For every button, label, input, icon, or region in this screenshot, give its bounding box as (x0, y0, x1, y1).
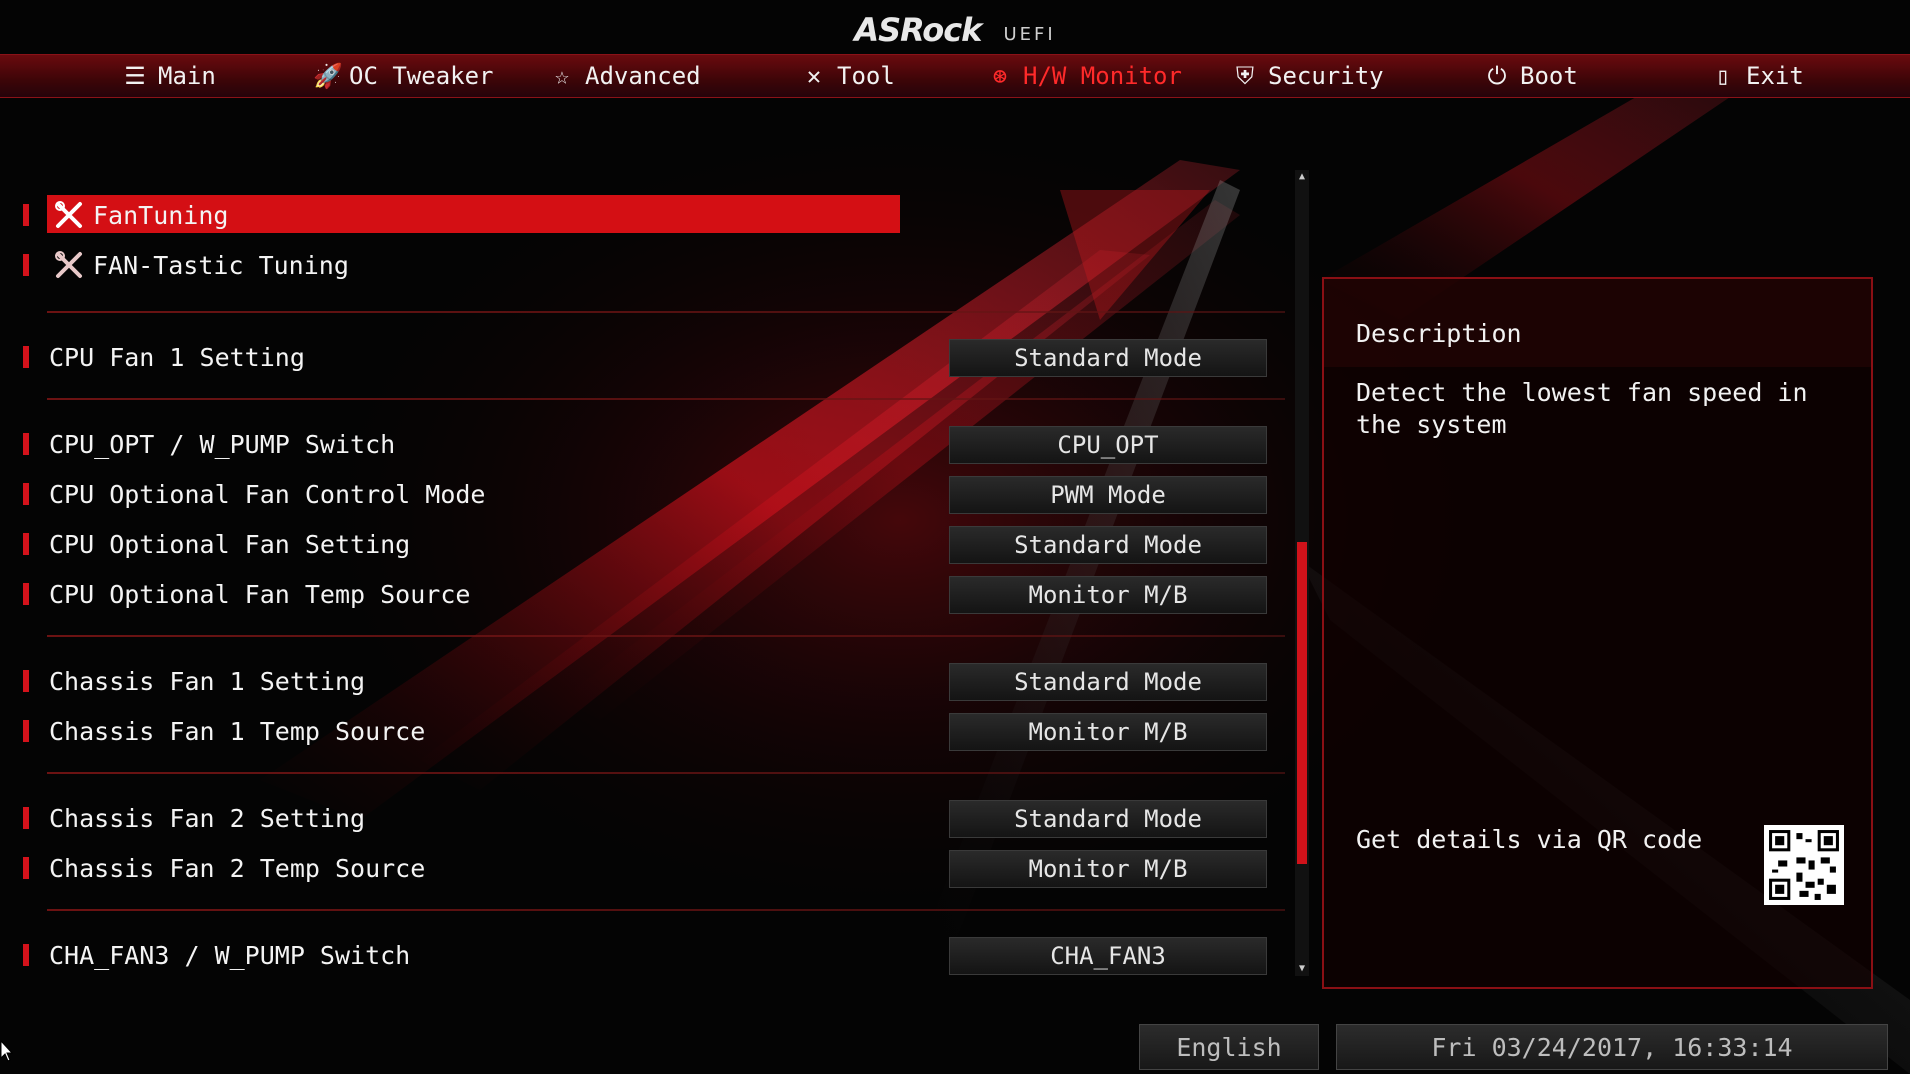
row-marker (23, 533, 29, 555)
shield-icon: ⛨ (1236, 62, 1254, 90)
description-text: Detect the lowest fan speed in the syste… (1356, 378, 1808, 439)
divider (47, 909, 1285, 911)
cha-fan1-setting-value[interactable]: Standard Mode (949, 663, 1267, 701)
tab-exit[interactable]: ▯ Exit (1710, 55, 1804, 97)
row-marker (23, 944, 29, 966)
tab-tool-label: Tool (837, 62, 895, 90)
cpu-opt-control-mode-value[interactable]: PWM Mode (949, 476, 1267, 514)
tab-oc-tweaker[interactable]: 🚀 OC Tweaker (313, 55, 494, 97)
description-panel: Description Detect the lowest fan speed … (1322, 277, 1873, 989)
qr-code-icon (1764, 825, 1844, 905)
cha-fan3-switch-label: CHA_FAN3 / W_PUMP Switch (49, 940, 411, 970)
tab-main[interactable]: ☰ Main (122, 55, 216, 97)
language-selector[interactable]: English (1139, 1024, 1319, 1070)
tab-oc-tweaker-label: OC Tweaker (349, 62, 494, 90)
uefi-screen: ASRock UEFI ☰ Main 🚀 OC Tweaker ☆ Advanc… (0, 0, 1910, 1074)
divider (47, 398, 1285, 400)
tab-advanced-label: Advanced (585, 62, 701, 90)
cpu-opt-setting-value[interactable]: Standard Mode (949, 526, 1267, 564)
monitor-gauge-icon: ⊛ (992, 62, 1008, 90)
fan-tastic-tuning-label: FAN-Tastic Tuning (93, 250, 349, 280)
row-marker (23, 483, 29, 505)
cpu-opt-temp-source-label: CPU Optional Fan Temp Source (49, 579, 471, 609)
cha-fan1-setting-label: Chassis Fan 1 Setting (49, 666, 366, 696)
rocket-icon: 🚀 (313, 62, 343, 90)
row-marker (23, 583, 29, 605)
brand-header: ASRock UEFI (0, 8, 1910, 52)
scroll-down-icon[interactable]: ▼ (1295, 962, 1309, 976)
tab-security-label: Security (1268, 62, 1384, 90)
exit-door-icon: ▯ (1715, 62, 1731, 90)
row-marker (23, 433, 29, 455)
power-icon: ⏻ (1487, 62, 1507, 90)
tools-icon: ✕ (806, 62, 822, 90)
description-title: Description (1356, 319, 1522, 348)
tools-icon (55, 251, 82, 278)
tab-boot-label: Boot (1520, 62, 1578, 90)
row-marker (23, 807, 29, 829)
tab-security[interactable]: ⛨ Security (1232, 55, 1384, 97)
cpu-opt-switch-value[interactable]: CPU_OPT (949, 426, 1267, 464)
cpu-opt-setting-label: CPU Optional Fan Setting (49, 529, 411, 559)
scrollbar-thumb[interactable] (1297, 542, 1307, 864)
cha-fan1-temp-source-value[interactable]: Monitor M/B (949, 713, 1267, 751)
cha-fan3-switch-value[interactable]: CHA_FAN3 (949, 937, 1267, 975)
cha-fan2-temp-source-label: Chassis Fan 2 Temp Source (49, 853, 426, 883)
cpu-opt-control-mode-label: CPU Optional Fan Control Mode (49, 479, 486, 509)
tab-hw-monitor-label: H/W Monitor (1023, 62, 1182, 90)
tab-advanced[interactable]: ☆ Advanced (549, 55, 701, 97)
tab-boot[interactable]: ⏻ Boot (1484, 55, 1578, 97)
cpu-opt-switch-label: CPU_OPT / W_PUMP Switch (49, 429, 396, 459)
tab-tool[interactable]: ✕ Tool (801, 55, 895, 97)
row-marker (23, 857, 29, 879)
row-marker (23, 254, 29, 276)
asrock-logo: ASRock (854, 11, 982, 49)
star-icon: ☆ (554, 62, 570, 90)
row-marker (23, 670, 29, 692)
fan-tuning-label: FanTuning (93, 200, 229, 230)
divider (47, 772, 1285, 774)
scrollbar[interactable]: ▲ ▼ (1295, 170, 1309, 976)
cpu-fan1-setting-label: CPU Fan 1 Setting (49, 342, 305, 372)
row-marker (23, 720, 29, 742)
tab-main-label: Main (158, 62, 216, 90)
list-icon: ☰ (124, 62, 146, 90)
cha-fan1-temp-source-label: Chassis Fan 1 Temp Source (49, 716, 426, 746)
qr-code-label: Get details via QR code (1356, 825, 1703, 854)
scroll-up-icon[interactable]: ▲ (1295, 170, 1309, 184)
tab-exit-label: Exit (1746, 62, 1804, 90)
cha-fan2-setting-label: Chassis Fan 2 Setting (49, 803, 366, 833)
divider (47, 635, 1285, 637)
cpu-fan1-setting-value[interactable]: Standard Mode (949, 339, 1267, 377)
mouse-cursor-icon (0, 1040, 14, 1062)
cha-fan2-temp-source-value[interactable]: Monitor M/B (949, 850, 1267, 888)
divider (47, 311, 1285, 313)
uefi-label: UEFI (1003, 23, 1056, 45)
row-marker (23, 204, 29, 226)
top-menu-bar: ☰ Main 🚀 OC Tweaker ☆ Advanced ✕ Tool ⊛ … (0, 54, 1910, 98)
tab-hw-monitor[interactable]: ⊛ H/W Monitor (987, 55, 1182, 97)
cha-fan2-setting-value[interactable]: Standard Mode (949, 800, 1267, 838)
datetime-display: Fri 03/24/2017, 16:33:14 (1336, 1024, 1888, 1070)
tools-icon (55, 201, 82, 228)
row-marker (23, 346, 29, 368)
cpu-opt-temp-source-value[interactable]: Monitor M/B (949, 576, 1267, 614)
